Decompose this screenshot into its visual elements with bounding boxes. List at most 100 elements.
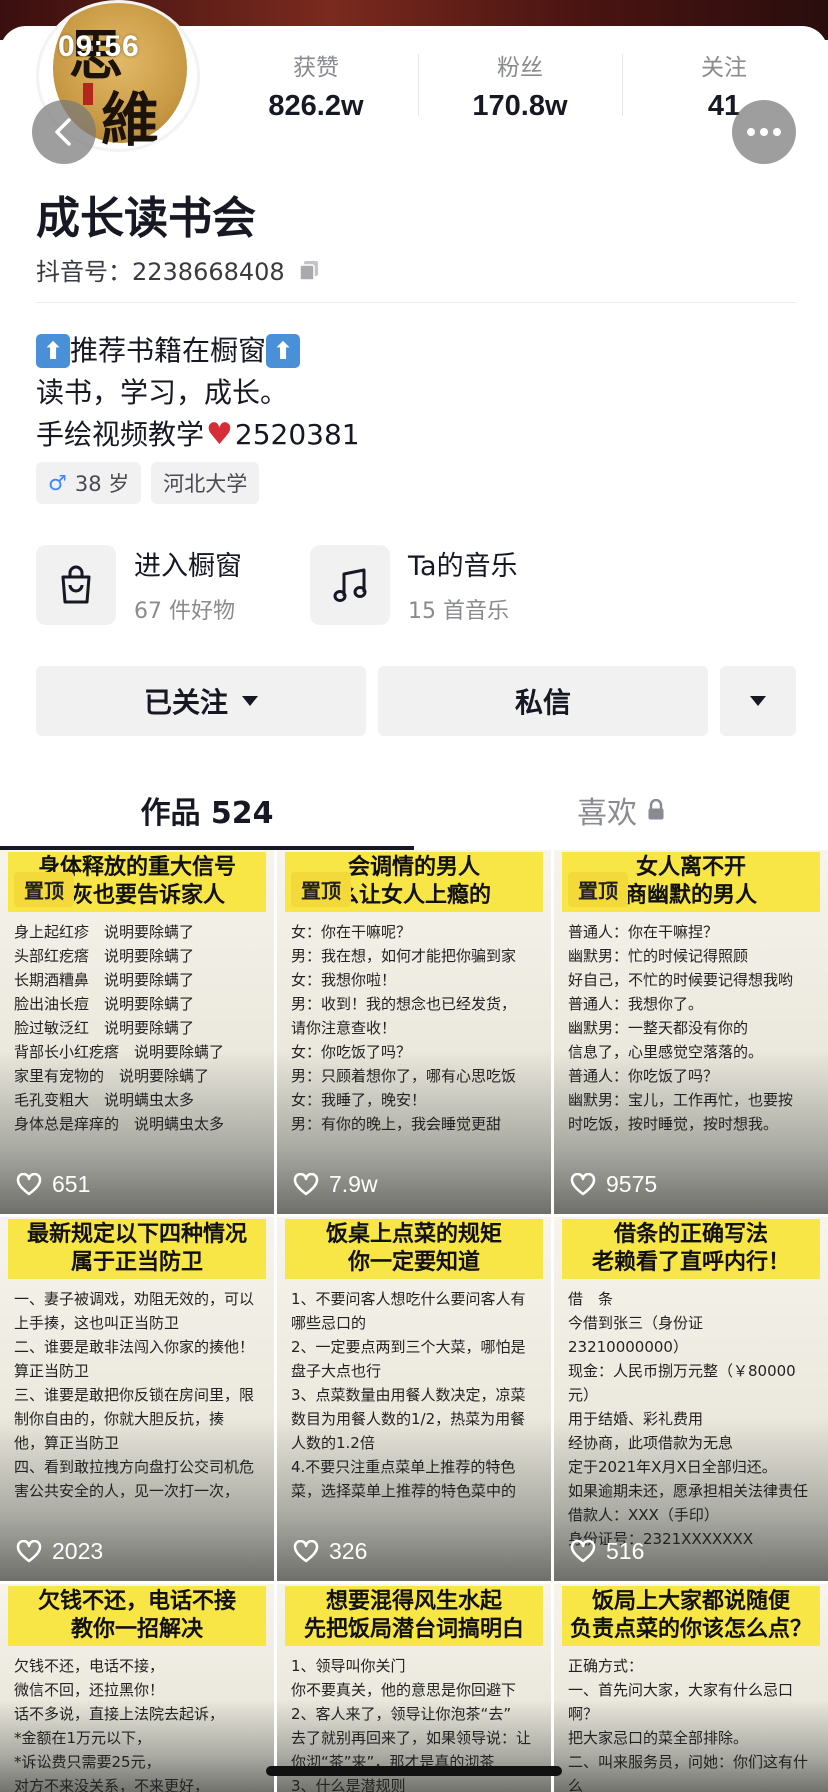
video-tile[interactable]: 女人离不开 商幽默的男人 置顶 普通人：你在干嘛捏？ 幽默男：忙的时候记得照顾 好自己，… — [554, 850, 828, 1214]
stat-likes-label: 获赞 — [293, 55, 339, 81]
video-text-line: 二、叫来服务员，问她：你们这有什么 — [568, 1753, 809, 1792]
avatar-seal — [83, 83, 93, 105]
action-row: 已关注 私信 — [36, 666, 796, 736]
video-text-line: 头部红疙瘩 说明要除螨了 — [14, 947, 195, 965]
profile-entries: 进入橱窗 67 件好物 Ta的音乐 15 首音乐 — [36, 544, 584, 625]
video-text-line: 哪些忌口的 — [291, 1314, 367, 1332]
video-text-line: 毛孔变粗大 说明螨虫太多 — [14, 1091, 195, 1109]
stat-likes[interactable]: 获赞 826.2w — [214, 48, 418, 123]
avatar-char-2: 維 — [101, 86, 160, 152]
video-text-line: 家里有宠物的 说明要除螨了 — [14, 1067, 210, 1085]
status-time: 09:56 — [58, 30, 140, 63]
video-text-line: 身上起红疹 说明要除螨了 — [14, 923, 195, 941]
video-text: 身上起红疹 说明要除螨了 头部红疙瘩 说明要除螨了 长期酒糟鼻 说明要除螨了 脸出油长… — [14, 920, 260, 1136]
stat-following[interactable]: 关注 41 — [622, 48, 826, 123]
video-text-line: 今借到张三（身份证23210000000） — [568, 1314, 704, 1356]
chevron-left-icon — [55, 118, 71, 146]
caret-down-icon — [242, 696, 258, 706]
video-tile[interactable]: 会调情的男人 么让女人上瘾的 置顶 女：你在干嘛呢？ 男：我在想，如何才能把你骗到家女… — [277, 850, 551, 1214]
video-text-line: 男：我在想，如何才能把你骗到家 — [291, 947, 517, 965]
video-text-line: 脸出油长痘 说明要除螨了 — [14, 995, 195, 1013]
message-label: 私信 — [514, 686, 571, 719]
bio-line-3: 手绘视频教学 ♥ 2520381 — [36, 414, 360, 456]
video-text-line: *诉讼费只需要25元， — [14, 1753, 161, 1771]
video-text-line: 欠钱不还，电话不接， — [14, 1657, 165, 1675]
entry-music-title: Ta的音乐 — [408, 551, 518, 582]
video-text-line: 3、点菜数量由用餐人数决定，凉菜 — [291, 1386, 526, 1404]
message-button[interactable]: 私信 — [378, 666, 708, 736]
stat-followers[interactable]: 粉丝 170.8w — [418, 48, 622, 123]
video-text-line: 女：我睡了，晚安！ — [291, 1091, 427, 1109]
video-text-line: 3、什么是潜规则 — [291, 1777, 406, 1792]
video-text-line: 菜，选择菜单上推荐的特色菜中的 — [291, 1482, 517, 1500]
video-text-line: 经协商，此项借款为无息 — [568, 1434, 734, 1452]
video-text-line: 去了就别再回来了，如果领导说：让 — [291, 1729, 532, 1747]
like-count: 2023 — [16, 1538, 103, 1565]
douyin-id[interactable]: 抖音号：2238668408 — [36, 252, 321, 287]
like-count: 516 — [570, 1538, 644, 1565]
video-tile[interactable]: 饭局上大家都说随便 负责点菜的你该怎么点？ 正确方式： 一、首先问大家，大家有什么忌… — [554, 1584, 828, 1792]
video-text-line: 幽默男：忙的时候记得照顾 — [568, 947, 749, 965]
tag-school-text: 河北大学 — [163, 472, 248, 496]
more-button[interactable] — [732, 100, 796, 164]
stat-followers-label: 粉丝 — [497, 55, 543, 81]
video-tile[interactable]: 饭桌上点菜的规矩 你一定要知道 1、不要问客人想吃什么要问客人有 哪些忌口的 2、一定… — [277, 1217, 551, 1581]
video-text-line: 普通人：我想你了。 — [568, 995, 704, 1013]
video-text-line: 人数的1.2倍 — [291, 1434, 375, 1452]
pinned-badge: 置顶 — [568, 872, 628, 907]
video-text-line: 定于2021年X月X日全部归还。 — [568, 1458, 777, 1476]
video-text-line: 数目为用餐人数的1/2，热菜为用餐 — [291, 1410, 526, 1428]
video-text-line: 请你注意查收！ — [291, 1019, 397, 1037]
tag-school[interactable]: 河北大学 — [151, 462, 260, 504]
divider — [36, 302, 796, 303]
tag-age: ♂ 38 岁 — [36, 462, 142, 504]
video-text-line: 长期酒糟鼻 说明要除螨了 — [14, 971, 195, 989]
video-tile[interactable]: 最新规定以下四种情况 属于正当防卫 一、妻子被调戏，劝阻无效的，可以 上手揍，这也叫… — [0, 1217, 274, 1581]
video-tile[interactable]: 借条的正确写法 老赖看了直呼内行！ 借 条今借到张三（身份证23210000000… — [554, 1217, 828, 1581]
video-text-line: 2、一定要点两到三个大菜，哪怕是 — [291, 1338, 526, 1356]
video-tile[interactable]: 身体释放的重大信号 成灰也要告诉家人 置顶 身上起红疹 说明要除螨了 头部红疙瘩 说明… — [0, 850, 274, 1214]
like-count-value: 7.9w — [329, 1171, 378, 1197]
video-text-line: 4.不要只注重点菜单上推荐的特色 — [291, 1458, 516, 1476]
tab-likes[interactable]: 喜欢 — [414, 770, 828, 850]
video-title: 饭局上大家都说随便 负责点菜的你该怎么点？ — [562, 1586, 820, 1646]
video-text-line: 男：有你的晚上，我会睡觉更甜 — [291, 1115, 502, 1133]
entry-music[interactable]: Ta的音乐 15 首音乐 — [310, 544, 584, 625]
video-text-line: 如果逾期未还，愿承担相关法律责任 — [568, 1482, 809, 1500]
video-text: 普通人：你在干嘛捏？ 幽默男：忙的时候记得照顾 好自己，不忙的时候要记得想我哟 普通人… — [568, 920, 814, 1136]
video-text-line: 普通人：你吃饭了吗？ — [568, 1067, 719, 1085]
video-text-line: 盘子大点也行 — [291, 1362, 382, 1380]
pinned-badge: 置顶 — [14, 872, 74, 907]
bio-line-1: ⬆ 推荐书籍在橱窗 ⬆ — [36, 330, 360, 372]
video-tile[interactable]: 想要混得风生水起 先把饭局潜台词搞明白 1、领导叫你关门 你不要真关，他的意思是你回… — [277, 1584, 551, 1792]
heart-outline-icon — [570, 1172, 596, 1195]
video-text-line: 2、客人来了，领导让你泡茶“去” — [291, 1705, 512, 1723]
back-button[interactable] — [32, 100, 96, 164]
tab-works-label: 作品 524 — [140, 796, 274, 831]
up-arrow-icon: ⬆ — [266, 334, 301, 368]
tab-works[interactable]: 作品 524 — [0, 770, 414, 850]
recommend-dropdown-button[interactable] — [720, 666, 796, 736]
bio-line-3-suffix: 2520381 — [234, 418, 360, 451]
followed-button[interactable]: 已关注 — [36, 666, 366, 736]
video-text-line: 制你自由的，你就大胆反抗，揍 — [14, 1410, 225, 1428]
heart-outline-icon — [16, 1539, 42, 1562]
like-count-value: 516 — [606, 1538, 645, 1564]
video-text: 1、不要问客人想吃什么要问客人有 哪些忌口的 2、一定要点两到三个大菜，哪怕是 盘子大… — [291, 1287, 537, 1503]
video-text-line: 把大家忌口的菜全部排除。 — [568, 1729, 749, 1747]
video-text: 借 条今借到张三（身份证23210000000） 现金：人民币捌万元整（￥8000… — [568, 1287, 814, 1551]
like-count: 9575 — [570, 1171, 657, 1198]
home-indicator — [266, 1766, 562, 1776]
video-text-line: 时吃饭，按时睡觉，按时想我。 — [568, 1115, 779, 1133]
like-count-value: 651 — [52, 1171, 91, 1197]
more-dots-icon — [747, 128, 781, 136]
douyin-id-text: 抖音号：2238668408 — [36, 258, 285, 286]
entry-shop-window[interactable]: 进入橱窗 67 件好物 — [36, 544, 310, 625]
tag-age-text: 38 岁 — [74, 472, 130, 496]
profile-bio: ⬆ 推荐书籍在橱窗 ⬆ 读书，学习，成长。 手绘视频教学 ♥ 2520381 — [36, 330, 360, 456]
video-tile[interactable]: 欠钱不还，电话不接 教你一招解决 欠钱不还，电话不接， 微信不回，还拉黑你！ 话不多说… — [0, 1584, 274, 1792]
video-text-line: 男：收到！我的想念也已经发货， — [291, 995, 517, 1013]
copy-icon[interactable] — [297, 258, 321, 282]
heart-outline-icon — [293, 1539, 319, 1562]
video-text-line: 害公共安全的人，见一次打一次， — [14, 1482, 240, 1500]
